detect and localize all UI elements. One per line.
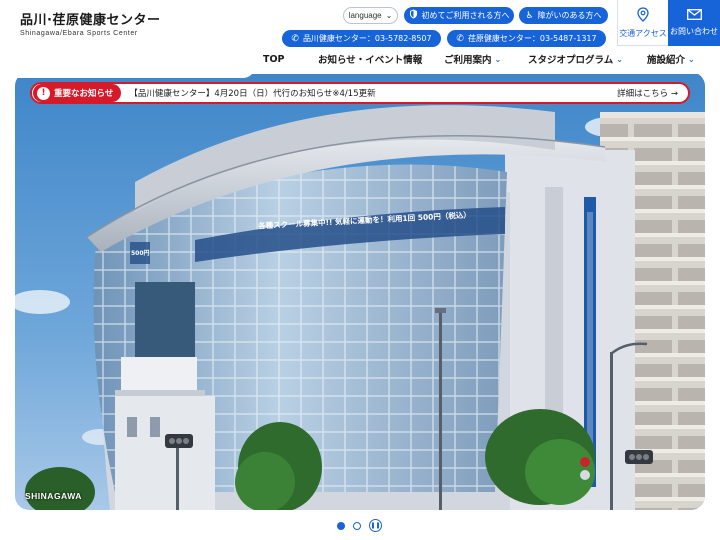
notice-badge-label: 重要なお知らせ: [54, 89, 114, 99]
hero-caption: SHINAGAWA: [25, 491, 82, 501]
logo-subtitle: Shinagawa/Ebara Sports Center: [20, 30, 138, 37]
disability-button[interactable]: ♿ 障がいのある方へ: [519, 7, 608, 24]
nav-item-news[interactable]: お知らせ・イベント情報: [318, 52, 422, 66]
access-button[interactable]: 交通アクセス: [617, 0, 668, 46]
nav-label: TOP: [263, 53, 285, 65]
hero-cutout: [15, 66, 255, 78]
building-side-text: 500円: [131, 250, 150, 257]
chevron-down-icon: ⌄: [616, 54, 623, 64]
notice-text[interactable]: 【品川健康センター】4月20日（日）代行のお知らせ※4/15更新: [129, 87, 375, 99]
nav-item-studio[interactable]: スタジオプログラム ⌄: [528, 52, 623, 67]
alert-icon: !: [37, 86, 50, 100]
first-time-label: 初めてご利用される方へ: [421, 11, 510, 20]
language-select[interactable]: language ⌄: [343, 7, 398, 24]
hero-cutout-strip: [240, 66, 705, 74]
important-notice[interactable]: ! 重要なお知らせ 【品川健康センター】4月20日（日）代行のお知らせ※4/15…: [30, 82, 690, 104]
phone-shinagawa-button[interactable]: ✆ 品川健康センター：03-5782-8507: [282, 30, 441, 47]
logo-title: 品川·荏原健康センター: [20, 13, 161, 28]
building-photo: [15, 72, 705, 510]
nav-label: スタジオプログラム: [528, 55, 614, 66]
chevron-down-icon: ⌄: [494, 54, 502, 64]
phone-icon: ✆: [291, 33, 299, 44]
nav-label: ご利用案内: [444, 55, 492, 66]
access-label: 交通アクセス: [619, 28, 667, 38]
nav-label: お知らせ・イベント情報: [318, 55, 423, 66]
chevron-down-icon: ⌄: [385, 11, 393, 20]
site-logo[interactable]: 品川·荏原健康センター Shinagawa/Ebara Sports Cente…: [20, 9, 160, 37]
language-label: language: [348, 11, 382, 20]
slide-dot-2[interactable]: [353, 521, 361, 530]
hero-slideshow: 各種スクール募集中!! 気軽に運動を！利用1回 500円（税込） 500円: [15, 72, 705, 510]
nav-item-top[interactable]: TOP: [263, 54, 285, 65]
phone-ebara-button[interactable]: ✆ 荏原健康センター：03-5487-1317: [447, 30, 606, 47]
notice-more-label: 詳細はこちら: [617, 89, 669, 99]
notice-badge: ! 重要なお知らせ: [33, 84, 122, 102]
notice-more-link[interactable]: 詳細はこちら →: [617, 87, 678, 99]
slide-dot-1[interactable]: [337, 521, 345, 530]
shield-icon: [409, 9, 418, 22]
mail-icon: [686, 9, 702, 22]
page: 品川·荏原健康センター Shinagawa/Ebara Sports Cente…: [0, 0, 720, 540]
nav-label: 施設紹介: [647, 55, 686, 66]
contact-label: お問い合わせ: [670, 27, 718, 36]
chevron-down-icon: ⌄: [688, 54, 695, 64]
nav-item-facility[interactable]: 施設紹介 ⌄: [647, 52, 695, 67]
slide-controls: ❚❚: [337, 519, 382, 532]
contact-button[interactable]: お問い合わせ: [668, 0, 720, 46]
phone-shinagawa-label: 品川健康センター：03-5782-8507: [302, 34, 432, 43]
phone-icon: ✆: [456, 33, 464, 44]
arrow-right-icon: →: [670, 89, 678, 99]
phone-ebara-label: 荏原健康センター：03-5487-1317: [467, 34, 597, 43]
wheelchair-icon: ♿: [525, 10, 534, 21]
pause-icon[interactable]: ❚❚: [369, 519, 382, 532]
location-pin-icon: [637, 6, 649, 24]
first-time-button[interactable]: 初めてご利用される方へ: [404, 7, 514, 24]
disability-label: 障がいのある方へ: [537, 11, 602, 20]
nav-item-guide[interactable]: ご利用案内 ⌄: [444, 52, 502, 67]
